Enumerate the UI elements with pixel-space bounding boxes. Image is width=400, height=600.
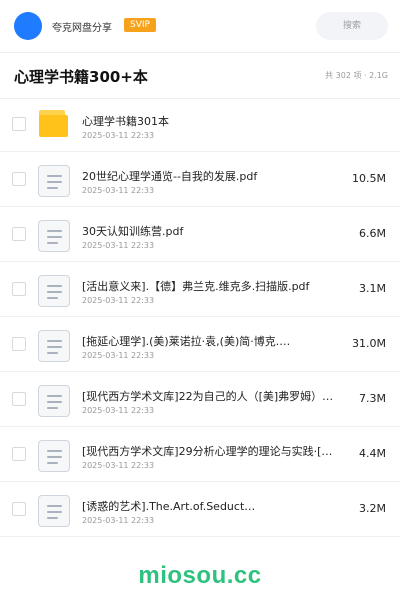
app-name: 夸克网盘分享 <box>52 23 112 34</box>
file-size: 3.2M <box>359 502 386 515</box>
file-name: [活出意义来].【德】弗兰克.维克多.扫描版.pdf <box>82 280 310 293</box>
list-item[interactable]: 30天认知训练营.pdf 2025-03-11 22:33 6.6M <box>0 208 400 262</box>
item-checkbox[interactable] <box>12 502 26 516</box>
list-item[interactable]: [现代西方学术文库]29分析心理学的理论与实践·[… 2025-03-11 22… <box>0 428 400 482</box>
item-checkbox[interactable] <box>12 227 26 241</box>
item-checkbox[interactable] <box>12 392 26 406</box>
file-date: 2025-03-11 22:33 <box>82 296 155 305</box>
file-size: 31.0M <box>352 337 386 350</box>
watermark-text: miosou.cc <box>138 562 262 589</box>
top-header: 夸克网盘分享 SVIP 搜索 <box>0 0 400 53</box>
item-checkbox[interactable] <box>12 117 26 131</box>
item-checkbox[interactable] <box>12 337 26 351</box>
document-icon <box>38 495 70 527</box>
document-icon <box>38 330 70 362</box>
file-date: 2025-03-11 22:33 <box>82 241 155 250</box>
file-date: 2025-03-11 22:33 <box>82 461 155 470</box>
item-checkbox[interactable] <box>12 447 26 461</box>
folder-title-bar: 心理学书籍300+本 共 302 项 · 2.1G <box>0 52 400 99</box>
document-icon <box>38 440 70 472</box>
file-date: 2025-03-11 22:33 <box>82 406 155 415</box>
file-list: 心理学书籍301本 2025-03-11 22:33 20世纪心理学通览--自我… <box>0 98 400 537</box>
file-size: 10.5M <box>352 172 386 185</box>
file-name: [拖延心理学].(美)莱诺拉·袁,(美)简·博克.… <box>82 335 291 348</box>
file-name: [诱惑的艺术].The.Art.of.Seduct… <box>82 500 256 513</box>
list-item[interactable]: [诱惑的艺术].The.Art.of.Seduct… 2025-03-11 22… <box>0 483 400 537</box>
document-icon <box>38 220 70 252</box>
file-name: 心理学书籍301本 <box>82 115 169 128</box>
folder-icon <box>38 110 70 142</box>
file-name: [现代西方学术文库]22为自己的人（[美]弗罗姆）… <box>82 390 334 403</box>
file-date: 2025-03-11 22:33 <box>82 131 155 140</box>
item-checkbox[interactable] <box>12 172 26 186</box>
document-icon <box>38 165 70 197</box>
search-button[interactable]: 搜索 <box>316 12 388 40</box>
file-name: 20世纪心理学通览--自我的发展.pdf <box>82 170 258 183</box>
folder-meta: 共 302 项 · 2.1G <box>325 71 388 80</box>
avatar[interactable] <box>14 12 42 40</box>
file-date: 2025-03-11 22:33 <box>82 351 155 360</box>
list-item[interactable]: 20世纪心理学通览--自我的发展.pdf 2025-03-11 22:33 10… <box>0 153 400 207</box>
file-size: 4.4M <box>359 447 386 460</box>
item-checkbox[interactable] <box>12 282 26 296</box>
file-size: 7.3M <box>359 392 386 405</box>
file-date: 2025-03-11 22:33 <box>82 186 155 195</box>
file-name: 30天认知训练营.pdf <box>82 225 184 238</box>
list-item[interactable]: [活出意义来].【德】弗兰克.维克多.扫描版.pdf 2025-03-11 22… <box>0 263 400 317</box>
file-size: 6.6M <box>359 227 386 240</box>
page-title: 心理学书籍300+本 <box>14 68 148 86</box>
list-item[interactable]: [现代西方学术文库]22为自己的人（[美]弗罗姆）… 2025-03-11 22… <box>0 373 400 427</box>
document-icon <box>38 385 70 417</box>
file-size: 3.1M <box>359 282 386 295</box>
list-item[interactable]: 心理学书籍301本 2025-03-11 22:33 <box>0 98 400 152</box>
document-icon <box>38 275 70 307</box>
svip-badge: SVIP <box>124 18 156 32</box>
file-date: 2025-03-11 22:33 <box>82 516 155 525</box>
list-item[interactable]: [拖延心理学].(美)莱诺拉·袁,(美)简·博克.… 2025-03-11 22… <box>0 318 400 372</box>
file-name: [现代西方学术文库]29分析心理学的理论与实践·[… <box>82 445 333 458</box>
